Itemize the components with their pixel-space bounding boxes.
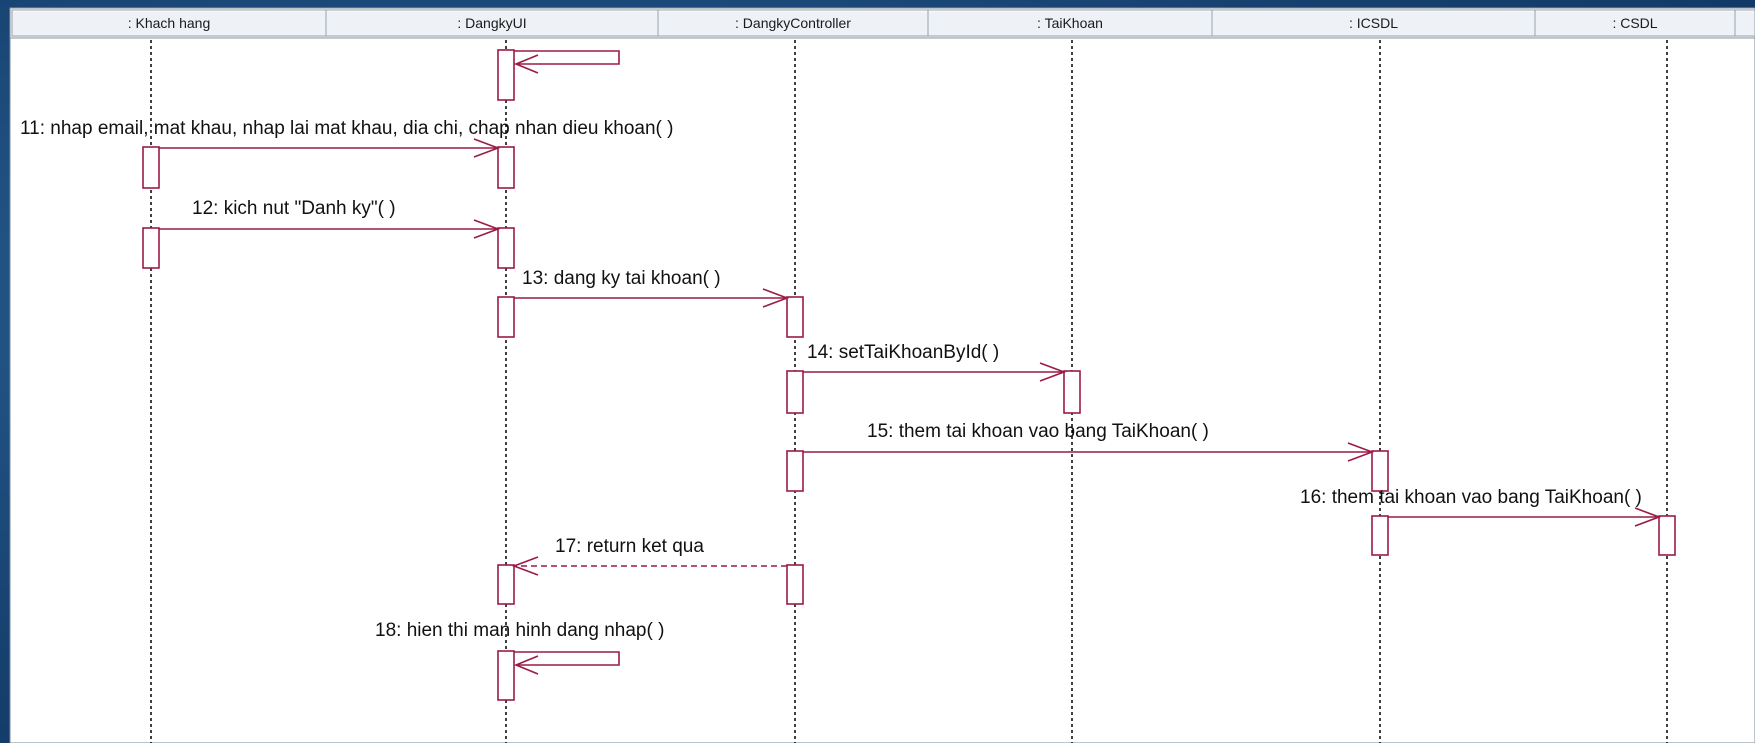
activation-dangkyui	[497, 227, 515, 269]
activation-dangkyui	[497, 650, 515, 701]
lifeline-label-dangkycontroller: : DangkyController	[735, 15, 851, 31]
activation-icsdl	[1371, 515, 1389, 556]
activation-csdl	[1658, 515, 1676, 556]
lifeline-label-khachhang: : Khach hang	[128, 15, 211, 31]
lifeline-label-icsdl: : ICSDL	[1349, 15, 1398, 31]
header-cell	[1734, 9, 1755, 37]
activation-dangkycontroller	[786, 564, 804, 605]
message-label-m18: 18: hien thi man hinh dang nhap( )	[375, 620, 664, 641]
activation-dangkyui	[497, 296, 515, 338]
activation-dangkycontroller	[786, 296, 804, 338]
message-label-m16: 16: them tai khoan vao bang TaiKhoan( )	[1300, 487, 1642, 508]
message-label-m11: 11: nhap email, mat khau, nhap lai mat k…	[20, 118, 673, 139]
message-label-m17: 17: return ket qua	[555, 536, 704, 557]
activation-icsdl	[1371, 450, 1389, 492]
activation-khachhang	[142, 227, 160, 269]
lifeline-label-csdl: : CSDL	[1612, 15, 1657, 31]
lifeline-label-taikhoan: : TaiKhoan	[1037, 15, 1103, 31]
lifeline-label-dangkyui: : DangkyUI	[457, 15, 526, 31]
activation-dangkycontroller	[786, 450, 804, 492]
activation-khachhang	[142, 146, 160, 189]
message-label-m14: 14: setTaiKhoanById( )	[807, 342, 999, 363]
activation-dangkycontroller	[786, 370, 804, 414]
lifeline-header-bar: : Khach hang : DangkyUI : DangkyController…	[9, 7, 1755, 39]
activation-dangkyui	[497, 146, 515, 189]
message-label-m12: 12: kich nut "Danh ky"( )	[192, 198, 396, 219]
message-label-m15: 15: them tai khoan vao bang TaiKhoan( )	[867, 421, 1209, 442]
diagram-panel	[9, 35, 1755, 743]
activation-taikhoan	[1063, 370, 1081, 414]
activation-dangkyui	[497, 49, 515, 101]
activation-dangkyui	[497, 564, 515, 605]
message-label-m13: 13: dang ky tai khoan( )	[522, 268, 721, 289]
sequence-diagram: : Khach hang : DangkyUI : DangkyController…	[9, 7, 1755, 743]
